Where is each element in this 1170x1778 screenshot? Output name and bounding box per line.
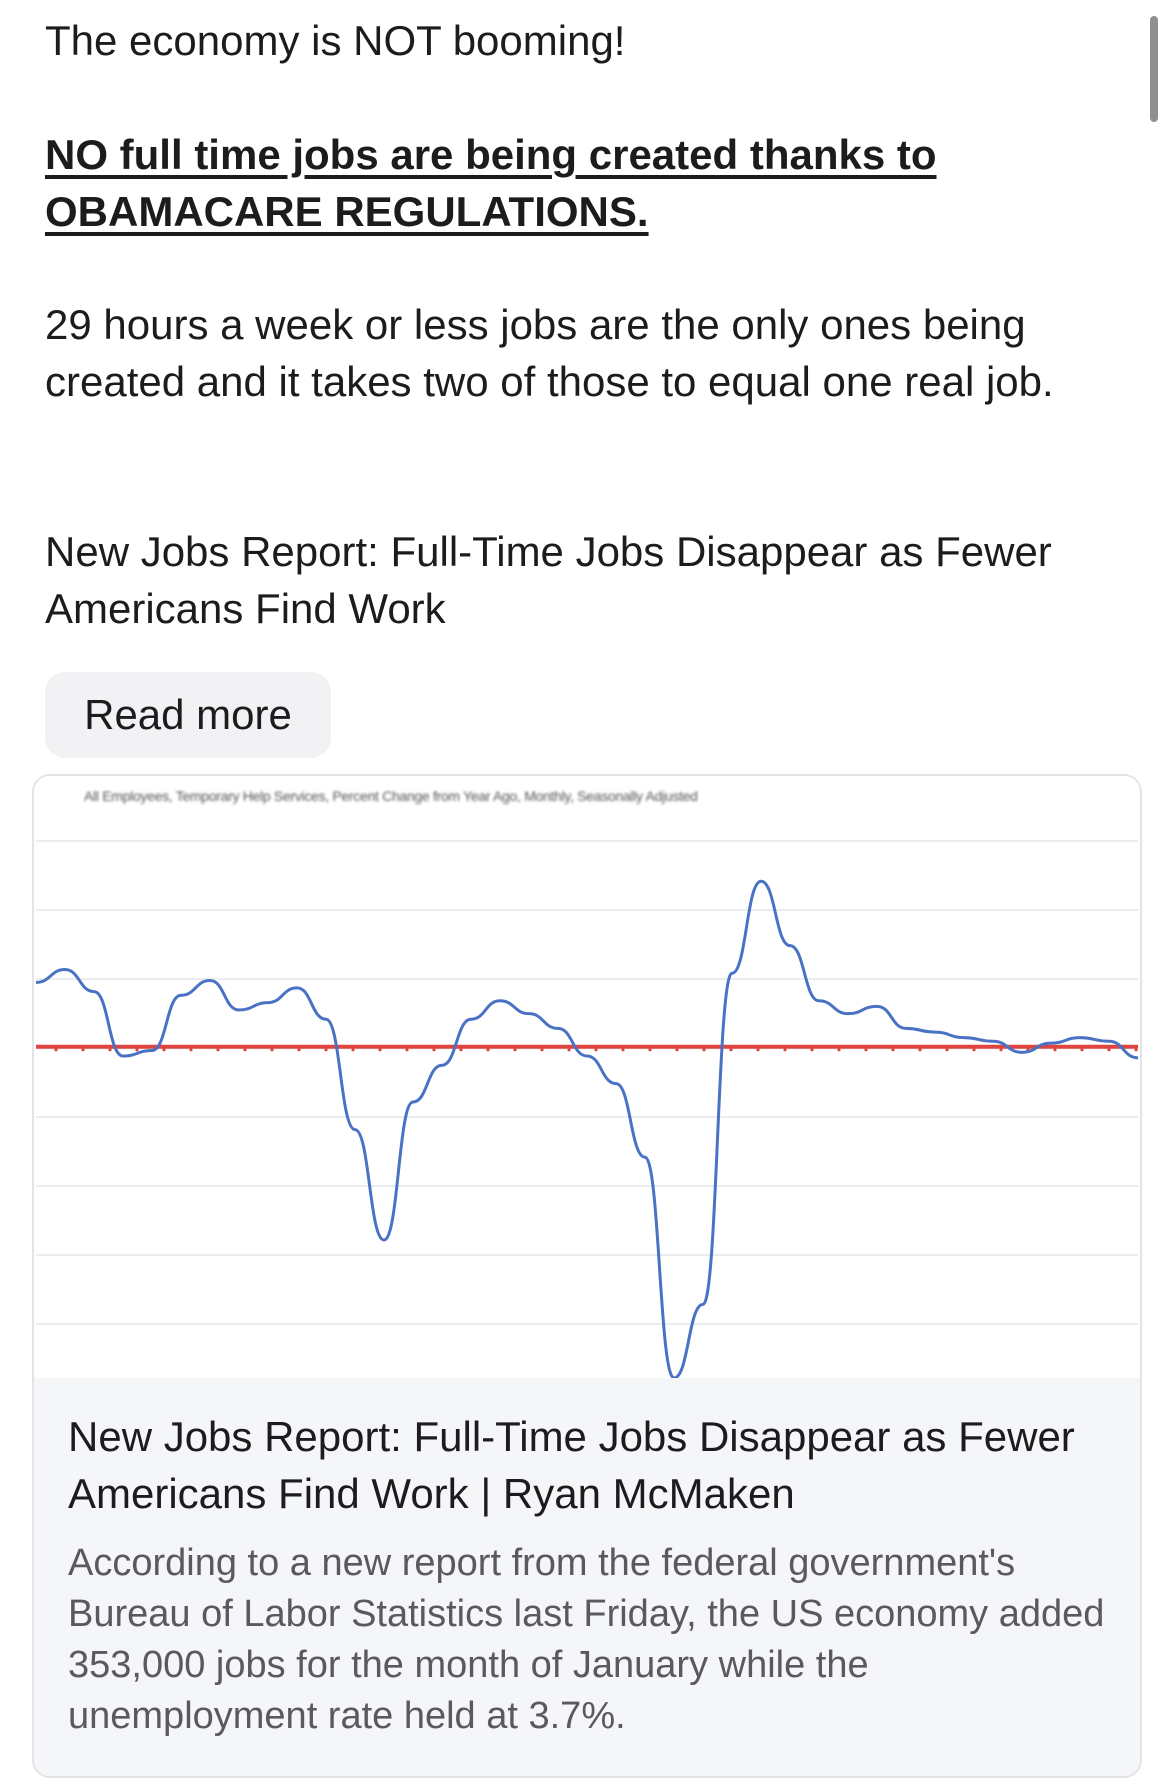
chart-zero-line-tick <box>810 1048 813 1051</box>
chart-zero-line-tick <box>594 1048 597 1051</box>
post-text-paragraph: 29 hours a week or less jobs are the onl… <box>45 296 1125 410</box>
post-text-article-title: New Jobs Report: Full-Time Jobs Disappea… <box>45 523 1085 637</box>
chart-title: All Employees, Temporary Help Services, … <box>84 788 1104 804</box>
chart-zero-line-tick <box>351 1048 354 1051</box>
post-text-headline: The economy is NOT booming! <box>45 12 1125 69</box>
chart-zero-line-tick <box>918 1048 921 1051</box>
chart-zero-line-tick <box>54 1048 57 1051</box>
chart-zero-line-tick <box>783 1048 786 1051</box>
chart-zero-line-tick <box>837 1048 840 1051</box>
chart-zero-line-tick <box>135 1048 138 1051</box>
chart-zero-line-tick <box>864 1048 867 1051</box>
chart-zero-line-tick <box>999 1048 1002 1051</box>
post-text-emphasis: NO full time jobs are being created than… <box>45 126 1085 240</box>
chart-gridlines <box>36 841 1138 1324</box>
chart-zero-line-tick <box>81 1048 84 1051</box>
link-preview-card[interactable]: All Employees, Temporary Help Services, … <box>32 774 1142 1778</box>
link-preview-description: According to a new report from the feder… <box>68 1538 1108 1742</box>
chart-zero-line-tick <box>459 1048 462 1051</box>
link-preview-title[interactable]: New Jobs Report: Full-Time Jobs Disappea… <box>68 1408 1108 1522</box>
chart-zero-line-tick <box>1080 1048 1083 1051</box>
chart-zero-line-tick <box>378 1048 381 1051</box>
chart-zero-line-tick <box>675 1048 678 1051</box>
chart-zero-line-tick <box>162 1048 165 1051</box>
chart-zero-line-tick <box>297 1048 300 1051</box>
chart-zero-line-tick <box>1134 1048 1137 1051</box>
scrollbar[interactable] <box>1150 16 1158 122</box>
chart-zero-line-tick <box>486 1048 489 1051</box>
chart-zero-line-tick <box>945 1048 948 1051</box>
chart-zero-line-tick <box>432 1048 435 1051</box>
chart-zero-line-tick <box>972 1048 975 1051</box>
chart-zero-line-tick <box>108 1048 111 1051</box>
chart-zero-line-tick <box>270 1048 273 1051</box>
chart-zero-line-tick <box>1107 1048 1110 1051</box>
chart-zero-line-tick <box>891 1048 894 1051</box>
chart-zero-line-tick <box>702 1048 705 1051</box>
chart-zero-line-tick <box>540 1048 543 1051</box>
chart-series-group <box>36 881 1138 1378</box>
chart-zero-line-tick <box>567 1048 570 1051</box>
chart-zero-line-tick <box>729 1048 732 1051</box>
link-preview-chart-image: All Employees, Temporary Help Services, … <box>34 776 1140 1378</box>
chart-zero-line-group <box>36 1047 1138 1052</box>
chart-series-line <box>36 881 1138 1378</box>
chart-zero-line-tick <box>756 1048 759 1051</box>
line-chart <box>34 776 1140 1378</box>
chart-zero-line-tick <box>405 1048 408 1051</box>
chart-zero-line-tick <box>324 1048 327 1051</box>
read-more-button[interactable]: Read more <box>45 672 331 758</box>
chart-zero-line-tick <box>1053 1048 1056 1051</box>
link-preview-footer: New Jobs Report: Full-Time Jobs Disappea… <box>34 1378 1140 1778</box>
chart-zero-line-tick <box>648 1048 651 1051</box>
chart-zero-line-tick <box>189 1048 192 1051</box>
chart-zero-line-tick <box>243 1048 246 1051</box>
chart-zero-line-tick <box>216 1048 219 1051</box>
chart-zero-line-tick <box>513 1048 516 1051</box>
chart-zero-line-tick <box>621 1048 624 1051</box>
